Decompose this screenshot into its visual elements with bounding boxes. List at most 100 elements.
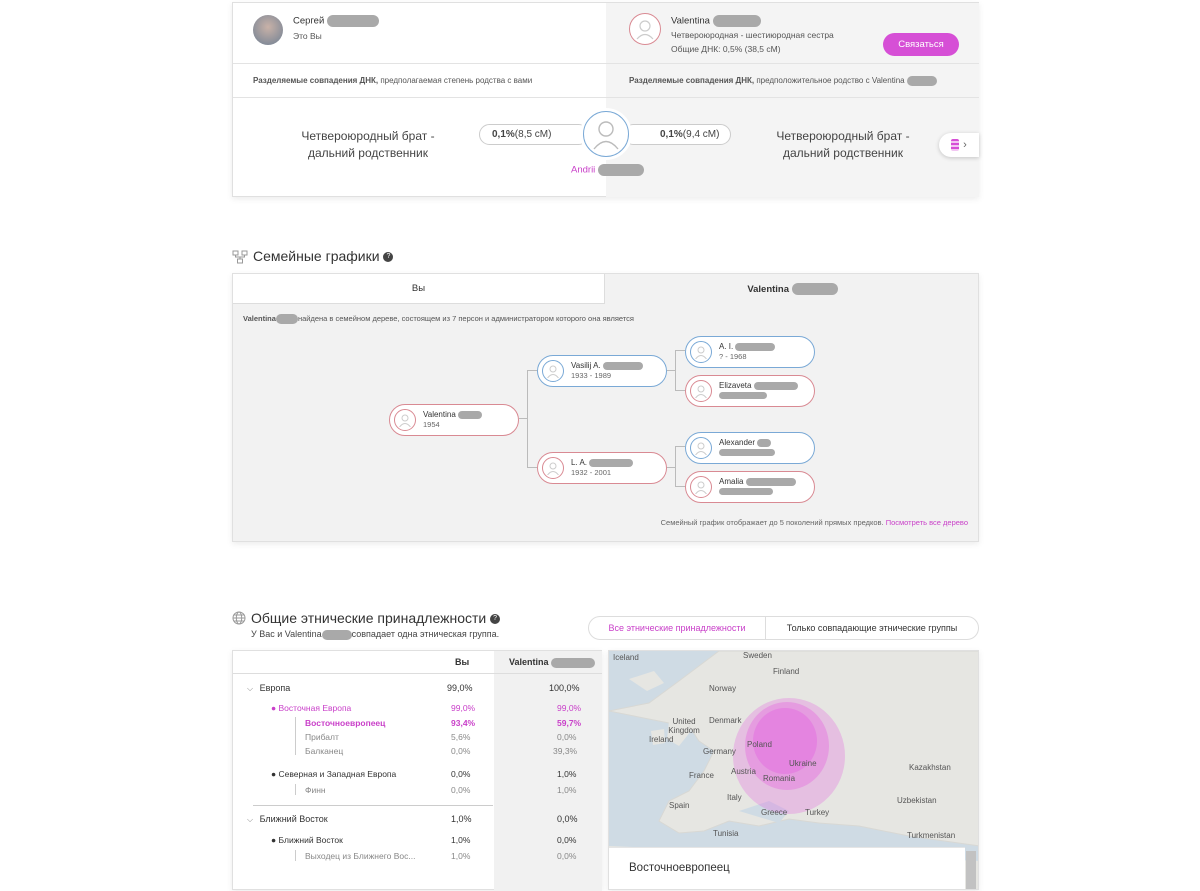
match-avatar[interactable] bbox=[629, 13, 661, 45]
tree-node-paternal-grandfather[interactable]: A. I. ? - 1968 bbox=[685, 336, 815, 368]
chevron-down-icon[interactable]: ⌵ bbox=[247, 684, 253, 693]
family-footer: Семейный график отображает до 5 поколени… bbox=[660, 518, 968, 527]
row-finn[interactable]: Финн bbox=[305, 785, 326, 795]
subgroup-bracket bbox=[295, 784, 296, 795]
dna-stripes-icon bbox=[951, 139, 960, 151]
row-europe-you: 99,0% bbox=[447, 683, 473, 693]
bullet-icon: ● bbox=[271, 703, 277, 713]
map-info-panel: Восточноевропеец bbox=[609, 847, 965, 889]
right-relation-line2: дальний родственник bbox=[783, 146, 903, 160]
view-full-tree-link[interactable]: Посмотреть все дерево bbox=[886, 518, 968, 527]
row-eastern-europe-other: 99,0% bbox=[557, 703, 582, 713]
left-caption: Разделяемые совпадения ДНК, предполагаем… bbox=[253, 76, 533, 85]
left-relation: Четвероюродный брат - дальний родственни… bbox=[273, 128, 463, 162]
map-label: Norway bbox=[709, 684, 737, 693]
map-label: United Kingdom bbox=[668, 717, 700, 735]
row-north-west-europe[interactable]: ● Северная и Западная Европа bbox=[271, 769, 396, 779]
family-tree-icon bbox=[232, 250, 248, 269]
ethnic-section-title: Общие этнические принадлежности ? bbox=[251, 610, 501, 626]
map-label: Ireland bbox=[649, 735, 674, 744]
globe-icon bbox=[232, 611, 246, 630]
right-relation: Четвероюродный брат - дальний родственни… bbox=[748, 128, 938, 162]
tab-other[interactable]: Valentina bbox=[606, 274, 979, 304]
row-finn-you: 0,0% bbox=[451, 785, 471, 795]
filter-all-button[interactable]: Все этнические принадлежности bbox=[589, 617, 766, 639]
person-placeholder-icon bbox=[690, 341, 712, 363]
map-label: Kazakhstan bbox=[909, 763, 951, 772]
you-name: Сергей bbox=[293, 15, 379, 27]
shared-person-name[interactable]: Andrii bbox=[571, 164, 644, 176]
ethnic-map[interactable]: Iceland Sweden Finland Norway Denmark Un… bbox=[608, 650, 979, 890]
table-header-divider bbox=[233, 673, 602, 674]
map-label: Turkmenistan bbox=[907, 831, 956, 840]
help-icon[interactable]: ? bbox=[490, 614, 501, 625]
person-placeholder-icon bbox=[542, 457, 564, 479]
you-subtitle: Это Вы bbox=[293, 31, 322, 41]
filter-matching-button[interactable]: Только совпадающие этнические группы bbox=[766, 617, 978, 639]
tree-node-root[interactable]: Valentina 1954 bbox=[389, 404, 519, 436]
row-middle-east-origin-other: 0,0% bbox=[557, 851, 577, 861]
tree-node-maternal-grandfather[interactable]: Alexander bbox=[685, 432, 815, 464]
family-info: Valentina найдена в семейном дереве, сост… bbox=[243, 314, 634, 325]
person-placeholder-icon bbox=[394, 409, 416, 431]
left-shared-pill: 0,1% (8,5 сМ) bbox=[479, 124, 589, 145]
map-label: France bbox=[689, 771, 714, 780]
contact-button[interactable]: Связаться bbox=[883, 33, 959, 56]
right-relation-line1: Четвероюродный брат - bbox=[776, 129, 910, 143]
map-panel-title: Восточноевропеец bbox=[629, 862, 730, 874]
subgroup-bracket bbox=[295, 717, 296, 755]
row-eastern-europe-you: 99,0% bbox=[451, 703, 476, 713]
row-baltic[interactable]: Прибалт bbox=[305, 732, 339, 742]
row-middle-east[interactable]: ● Ближний Восток bbox=[271, 835, 343, 845]
row-north-west-europe-you: 0,0% bbox=[451, 769, 471, 779]
map-label: Spain bbox=[669, 801, 690, 810]
map-label: Denmark bbox=[709, 716, 742, 725]
person-silhouette-icon bbox=[636, 20, 654, 40]
row-middle-east-other: 0,0% bbox=[557, 835, 577, 845]
caption-divider-2 bbox=[233, 97, 979, 98]
help-icon[interactable]: ? bbox=[383, 252, 394, 263]
tree-node-father[interactable]: Vasilij A. 1933 - 1989 bbox=[537, 355, 667, 387]
map-label: Greece bbox=[761, 808, 788, 817]
match-name[interactable]: Valentina bbox=[671, 15, 761, 27]
family-card: Вы Valentina Valentina найдена в семейном… bbox=[232, 273, 979, 542]
row-east-european[interactable]: Восточноевропеец bbox=[305, 718, 385, 728]
map-label: Germany bbox=[703, 747, 736, 756]
row-balkan[interactable]: Балканец bbox=[305, 746, 343, 756]
map-label: Uzbekistan bbox=[897, 796, 937, 805]
tree-node-mother[interactable]: L. A. 1932 - 2001 bbox=[537, 452, 667, 484]
shared-person-avatar[interactable] bbox=[583, 111, 629, 157]
map-label: Turkey bbox=[805, 808, 830, 817]
row-baltic-other: 0,0% bbox=[557, 732, 577, 742]
caption-divider bbox=[233, 63, 979, 64]
tree-node-paternal-grandmother[interactable]: Elizaveta bbox=[685, 375, 815, 407]
row-middle-east-you: 1,0% bbox=[451, 835, 471, 845]
chevron-right-icon: › bbox=[963, 139, 967, 151]
tab-you[interactable]: Вы bbox=[233, 274, 605, 304]
tree-node-maternal-grandmother[interactable]: Amalia bbox=[685, 471, 815, 503]
row-balkan-other: 39,3% bbox=[553, 746, 578, 756]
row-europe-other: 100,0% bbox=[549, 683, 580, 693]
row-eastern-europe[interactable]: ● Восточная Европа bbox=[271, 703, 351, 713]
row-baltic-you: 5,6% bbox=[451, 732, 471, 742]
row-middle-east-origin[interactable]: Выходец из Ближнего Вос... bbox=[305, 851, 415, 861]
map-label: Austria bbox=[731, 767, 756, 776]
next-relative-button[interactable]: › bbox=[939, 133, 979, 157]
map-label: Sweden bbox=[743, 651, 772, 660]
person-silhouette-icon bbox=[593, 121, 619, 150]
map-label: Iceland bbox=[613, 653, 639, 662]
person-placeholder-icon bbox=[690, 437, 712, 459]
map-label: Poland bbox=[747, 740, 772, 749]
right-shared-pill: 0,1% (9,4 сМ) bbox=[623, 124, 731, 145]
match-relation: Четвероюродная - шестиюродная сестра bbox=[671, 30, 834, 40]
subgroup-bracket bbox=[295, 850, 296, 861]
chevron-down-icon[interactable]: ⌵ bbox=[247, 815, 253, 824]
map-label: Ukraine bbox=[789, 759, 817, 768]
row-north-west-europe-other: 1,0% bbox=[557, 769, 577, 779]
row-middle-east-region-other: 0,0% bbox=[557, 814, 578, 824]
family-section-title: Семейные графики ? bbox=[253, 248, 394, 264]
row-europe[interactable]: ⌵ Европа bbox=[247, 683, 587, 694]
person-placeholder-icon bbox=[542, 360, 564, 382]
map-panel-scrollbar[interactable] bbox=[966, 851, 976, 889]
row-middle-east-region[interactable]: ⌵ Ближний Восток bbox=[247, 814, 328, 825]
